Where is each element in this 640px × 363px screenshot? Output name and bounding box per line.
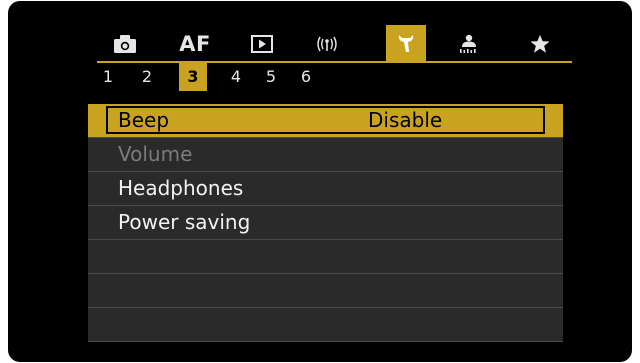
menu-item-label: Volume [118, 142, 193, 166]
tab-af-label: AF [179, 32, 211, 56]
menu-item-label: Headphones [118, 176, 244, 200]
menu-item-headphones[interactable]: Headphones [88, 172, 563, 206]
wireless-icon [315, 34, 339, 54]
tab-custom-functions[interactable] [449, 31, 489, 57]
camera-icon [113, 34, 137, 54]
menu-item-empty [88, 274, 563, 308]
page-4[interactable]: 4 [222, 63, 250, 91]
menu-item-value: Disable [368, 108, 443, 132]
menu-item-empty [88, 308, 563, 342]
menu-tab-bar: AF [97, 25, 570, 61]
camera-menu-screen: AF 1 2 3 4 5 6 Beep Disable Volume Headp… [8, 1, 632, 362]
page-1[interactable]: 1 [94, 63, 122, 91]
custom-function-icon [457, 33, 481, 55]
page-6[interactable]: 6 [292, 63, 320, 91]
wrench-icon [395, 32, 417, 54]
menu-item-empty [88, 240, 563, 274]
menu-item-label: Power saving [118, 210, 251, 234]
menu-item-beep[interactable]: Beep Disable [88, 104, 563, 138]
tab-shooting[interactable] [105, 31, 145, 57]
menu-item-power-saving[interactable]: Power saving [88, 206, 563, 240]
tab-af[interactable]: AF [175, 31, 215, 57]
tab-my-menu[interactable] [520, 31, 560, 57]
star-icon [529, 33, 551, 55]
page-selector: 1 2 3 4 5 6 [97, 63, 397, 93]
page-2[interactable]: 2 [133, 63, 161, 91]
tab-playback[interactable] [242, 31, 282, 57]
menu-item-volume: Volume [88, 138, 563, 172]
tab-setup[interactable] [386, 25, 426, 61]
menu-item-label: Beep [118, 108, 170, 132]
page-5[interactable]: 5 [257, 63, 285, 91]
page-3[interactable]: 3 [179, 63, 207, 91]
setup-menu-list: Beep Disable Volume Headphones Power sav… [88, 104, 563, 342]
selection-cursor [106, 106, 545, 134]
playback-icon [251, 35, 273, 53]
tab-wireless[interactable] [307, 31, 347, 57]
